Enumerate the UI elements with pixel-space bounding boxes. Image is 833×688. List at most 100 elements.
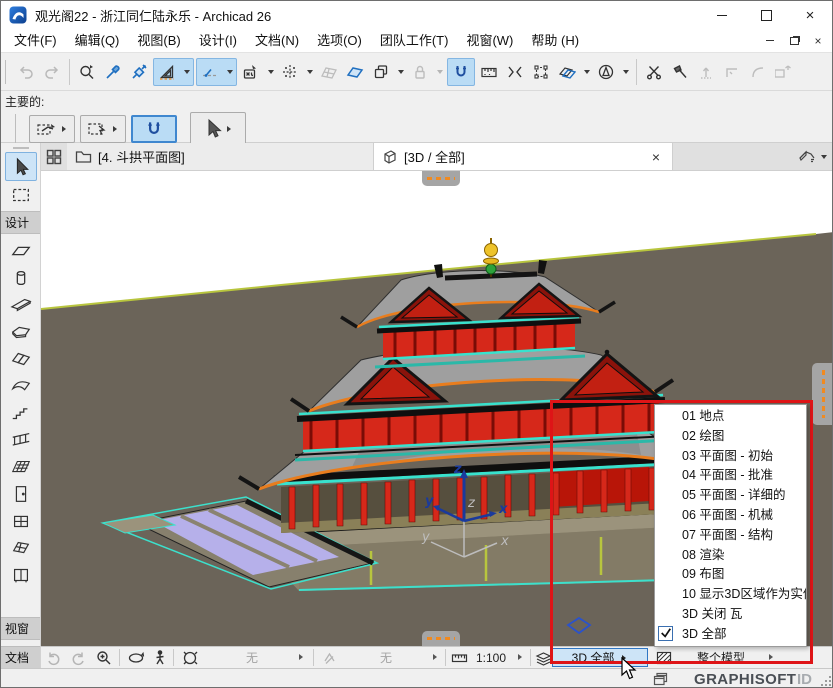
inject-parameters-button[interactable]: [126, 59, 152, 85]
coordinates-dropdown[interactable]: [264, 59, 277, 85]
model-scope-select[interactable]: 整个模型: [677, 650, 765, 666]
menu-item[interactable]: 03 平面图 - 初始: [655, 447, 806, 467]
model-scope-flyout[interactable]: [769, 654, 777, 662]
toolbox-section-document[interactable]: 文档: [1, 646, 40, 669]
zoom-in-button[interactable]: [93, 649, 115, 667]
duplicate-dropdown[interactable]: [394, 59, 407, 85]
tab-3d-view[interactable]: [3D / 全部] ×: [374, 143, 673, 170]
menu-design[interactable]: 设计(I): [190, 29, 246, 53]
toolbox-section-views[interactable]: 视窗: [1, 617, 40, 640]
guide-lines-button[interactable]: [154, 59, 180, 85]
snap-toggle-button[interactable]: [131, 115, 177, 143]
menu-file[interactable]: 文件(F): [5, 29, 66, 53]
tab-indicator-handle-right[interactable]: [812, 363, 833, 425]
menu-item[interactable]: 09 布图: [655, 565, 806, 585]
orbit-button[interactable]: [125, 649, 147, 667]
menu-item[interactable]: 06 平面图 - 机械: [655, 506, 806, 526]
slab-tool[interactable]: [5, 318, 37, 345]
beam-tool[interactable]: [5, 291, 37, 318]
skewed-grid-button[interactable]: [316, 59, 342, 85]
orient-view-dropdown[interactable]: [619, 59, 632, 85]
menu-help[interactable]: 帮助 (H): [522, 29, 588, 53]
railing-tool[interactable]: [5, 426, 37, 453]
resize-button[interactable]: [771, 59, 797, 85]
tab-indicator-handle-top[interactable]: [422, 171, 460, 186]
explode-button[interactable]: [502, 59, 528, 85]
curtain-wall-tool[interactable]: [5, 453, 37, 480]
menu-edit[interactable]: 编辑(Q): [66, 29, 129, 53]
menu-item[interactable]: 3D 关闭 瓦: [655, 605, 806, 625]
menu-teamwork[interactable]: 团队工作(T): [371, 29, 458, 53]
minimize-button[interactable]: [700, 1, 744, 29]
marquee-mode-button[interactable]: [29, 115, 75, 143]
fillet-button[interactable]: [745, 59, 771, 85]
graphisoft-brand[interactable]: GRAPHISOFT: [694, 671, 796, 688]
menu-document[interactable]: 文档(N): [246, 29, 308, 53]
menu-item[interactable]: 02 绘图: [655, 427, 806, 447]
arrow-tool[interactable]: [5, 152, 37, 181]
quad-view-button[interactable]: [41, 143, 67, 170]
resize-grip[interactable]: [821, 676, 831, 686]
roof-tool[interactable]: [5, 345, 37, 372]
skylight-tool[interactable]: [5, 534, 37, 561]
view-settings-dropdown[interactable]: [792, 143, 833, 170]
intersect-button[interactable]: [693, 59, 719, 85]
menu-item[interactable]: 04 平面图 - 批准: [655, 466, 806, 486]
mdi-close-button[interactable]: ×: [810, 34, 826, 48]
tab-indicator-handle-bottom[interactable]: [422, 631, 460, 646]
shell-tool[interactable]: [5, 372, 37, 399]
display-option-select-2[interactable]: 无: [341, 650, 431, 666]
display-option-flyout-2[interactable]: [433, 654, 441, 662]
lock-dropdown[interactable]: [433, 59, 446, 85]
close-button[interactable]: ×: [788, 1, 832, 29]
toolbar-grip[interactable]: [5, 60, 10, 84]
duplicate-button[interactable]: [368, 59, 394, 85]
snap-guides-dropdown[interactable]: [223, 59, 236, 85]
previous-view-button[interactable]: [43, 649, 65, 667]
orient-view-button[interactable]: [593, 59, 619, 85]
menu-item[interactable]: 01 地点: [655, 407, 806, 427]
next-view-button[interactable]: [67, 649, 89, 667]
marquee-tool[interactable]: [5, 181, 37, 208]
toolbox-grip[interactable]: [13, 147, 29, 149]
stair-tool[interactable]: [5, 399, 37, 426]
display-option-select-1[interactable]: 无: [206, 650, 298, 666]
toolbar2-grip[interactable]: [15, 114, 20, 144]
snap-grid-dropdown[interactable]: [303, 59, 316, 85]
scale-flyout[interactable]: [518, 654, 526, 662]
mdi-minimize-button[interactable]: [762, 34, 778, 48]
rotate-plane-dropdown[interactable]: [580, 59, 593, 85]
menu-item[interactable]: 10 显示3D区域作为实体: [655, 585, 806, 605]
marquee-zoom-button[interactable]: [74, 59, 100, 85]
maximize-button[interactable]: [744, 1, 788, 29]
mdi-restore-button[interactable]: [786, 34, 802, 48]
window-cascade-icon[interactable]: [653, 672, 668, 686]
scale-select[interactable]: 1:100: [467, 650, 515, 666]
menu-item[interactable]: 05 平面图 - 详细的: [655, 486, 806, 506]
lock-button[interactable]: [407, 59, 433, 85]
rotate-plane-button[interactable]: [554, 59, 580, 85]
adjust-button[interactable]: [667, 59, 693, 85]
object-tool[interactable]: [5, 561, 37, 588]
wall-tool[interactable]: [5, 237, 37, 264]
menu-item-checked[interactable]: 3D 全部: [655, 625, 806, 645]
snap-grid-button[interactable]: [277, 59, 303, 85]
snap-guides-button[interactable]: [197, 59, 223, 85]
toolbox-section-design[interactable]: 设计: [1, 211, 40, 234]
pick-parameters-button[interactable]: [100, 59, 126, 85]
tab-close-button[interactable]: ×: [648, 149, 664, 165]
menu-item[interactable]: 08 渲染: [655, 546, 806, 566]
menu-options[interactable]: 选项(O): [308, 29, 371, 53]
measure-button[interactable]: [476, 59, 502, 85]
door-tool[interactable]: [5, 480, 37, 507]
split-button[interactable]: [641, 59, 667, 85]
tab-plan-view[interactable]: [4. 斗拱平面图]: [67, 143, 374, 170]
fit-in-window-button[interactable]: [179, 649, 201, 667]
window-tool[interactable]: [5, 507, 37, 534]
snap-points-button[interactable]: [448, 59, 474, 85]
column-tool[interactable]: [5, 264, 37, 291]
guide-lines-dropdown[interactable]: [180, 59, 193, 85]
selection-mode-button[interactable]: [80, 115, 126, 143]
menu-window[interactable]: 视窗(W): [457, 29, 522, 53]
menu-item[interactable]: 07 平面图 - 结构: [655, 526, 806, 546]
